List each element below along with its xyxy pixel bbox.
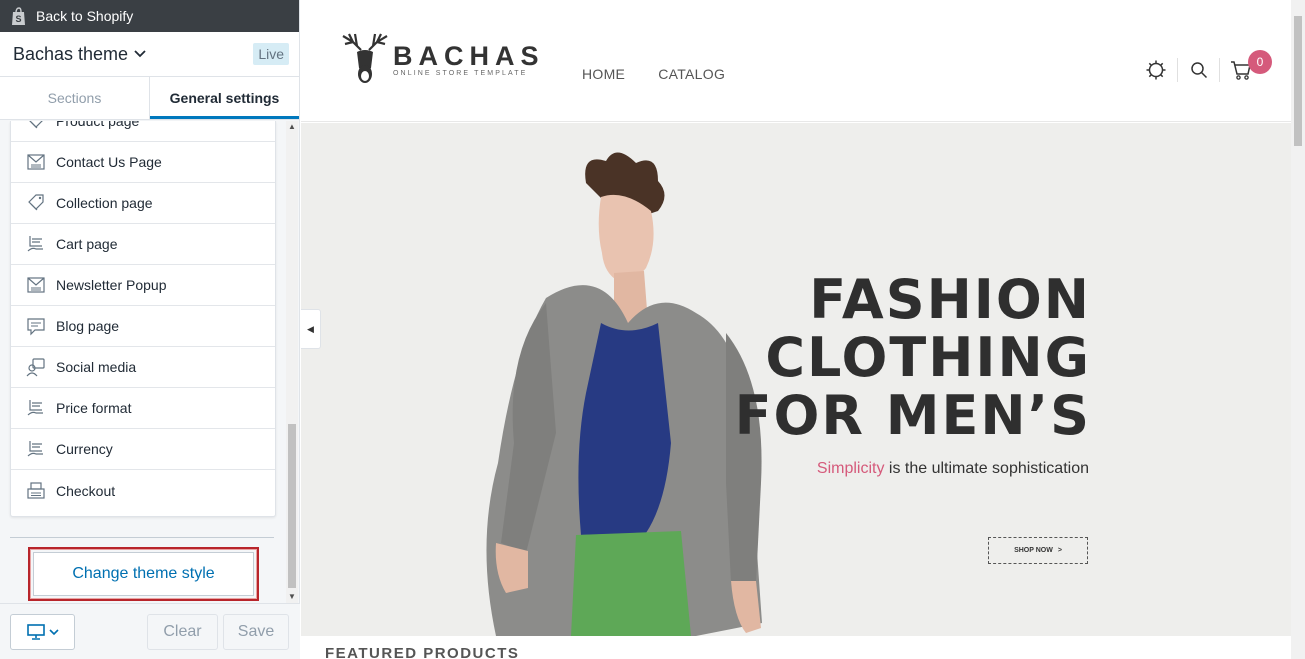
settings-item-contact-us-page[interactable]: Contact Us Page	[11, 142, 275, 183]
save-button[interactable]: Save	[223, 614, 289, 650]
shop-now-button[interactable]: SHOP NOW >	[988, 537, 1088, 564]
hero-subtitle: Simplicity is the ultimate sophisticatio…	[817, 460, 1089, 478]
tag-icon	[28, 194, 44, 211]
tab-general-settings[interactable]: General settings	[150, 76, 299, 119]
settings-item-label: Cart page	[56, 236, 118, 252]
settings-item-label: Currency	[56, 441, 113, 457]
shop-now-label: SHOP NOW	[1014, 547, 1053, 554]
svg-text:S: S	[16, 14, 22, 24]
settings-item-label: Price format	[56, 400, 132, 416]
hero-banner[interactable]: FASHION CLOTHING FOR MEN’S Simplicity is…	[301, 123, 1291, 636]
tab-sections[interactable]: Sections	[0, 76, 150, 119]
hand-card-icon	[27, 441, 43, 457]
general-settings-list: Product page Contact Us Page Collection …	[10, 121, 276, 517]
settings-item-collection-page[interactable]: Collection page	[11, 183, 275, 224]
device-preview-toggle[interactable]	[10, 614, 75, 650]
change-theme-style-highlight: Change theme style	[28, 547, 259, 601]
hand-card-icon	[27, 400, 43, 416]
settings-item-label: Checkout	[56, 482, 116, 499]
preview-scrollbar-thumb[interactable]	[1294, 16, 1302, 146]
newsletter-icon	[27, 154, 45, 170]
change-theme-style-button[interactable]: Change theme style	[33, 552, 254, 596]
shopify-bag-icon: S	[12, 6, 25, 25]
clear-button[interactable]: Clear	[147, 614, 218, 650]
back-to-shopify-label: Back to Shopify	[36, 8, 134, 24]
search-icon	[1190, 62, 1207, 79]
logo-tagline: ONLINE STORE TEMPLATE	[393, 69, 528, 77]
settings-item-cart-page[interactable]: Cart page	[11, 224, 275, 265]
newsletter-icon	[27, 277, 45, 293]
hero-title-line: FASHION	[809, 268, 1091, 331]
settings-item-newsletter-popup[interactable]: Newsletter Popup	[11, 265, 275, 306]
settings-button[interactable]	[1135, 58, 1177, 82]
settings-item-checkout[interactable]: Checkout	[11, 470, 275, 511]
chevron-down-icon	[48, 628, 59, 635]
nav-home-link[interactable]: HOME	[582, 66, 625, 82]
theme-name: Bachas theme	[13, 43, 129, 64]
hero-title-line: FOR MEN’S	[734, 384, 1091, 447]
divider	[10, 537, 274, 538]
live-status-badge: Live	[253, 43, 289, 65]
hero-title: FASHION CLOTHING FOR MEN’S	[735, 271, 1091, 445]
back-to-shopify-link[interactable]: S Back to Shopify	[0, 0, 299, 32]
sidebar-tabs: Sections General settings	[0, 76, 299, 120]
nav-catalog-link[interactable]: CATALOG	[658, 66, 725, 82]
settings-item-label: Contact Us Page	[56, 154, 162, 170]
settings-item-label: Blog page	[56, 318, 120, 334]
settings-item-blog-page[interactable]: Blog page	[11, 306, 275, 347]
cart-button[interactable]: 0	[1219, 50, 1272, 82]
chevron-right-icon: >	[1057, 547, 1062, 554]
scrollbar-thumb[interactable]	[288, 424, 296, 588]
settings-item-social-media[interactable]: Social media	[11, 347, 275, 388]
store-nav: HOME CATALOG	[582, 66, 725, 82]
scroll-down-arrow-icon[interactable]: ▼	[286, 591, 298, 603]
settings-item-product-page[interactable]: Product page	[11, 121, 275, 142]
cart-count-badge: 0	[1248, 50, 1272, 74]
preview-scrollbar[interactable]	[1291, 0, 1305, 659]
logo-name: BACHAS	[393, 40, 545, 71]
settings-item-label: Newsletter Popup	[56, 277, 167, 293]
store-logo[interactable]: BACHAS ONLINE STORE TEMPLATE	[339, 30, 545, 88]
chevron-left-icon: ◀	[307, 323, 314, 334]
hand-card-icon	[27, 236, 43, 252]
settings-item-currency[interactable]: Currency	[11, 429, 275, 470]
settings-item-price-format[interactable]: Price format	[11, 388, 275, 429]
theme-editor-sidebar: S Back to Shopify Bachas theme Live Sect…	[0, 0, 300, 659]
gear-icon	[1146, 60, 1166, 80]
sidebar-footer: Clear Save	[0, 603, 300, 659]
hero-subtitle-highlight: Simplicity	[816, 460, 885, 477]
settings-item-label: Social media	[56, 359, 137, 375]
comment-icon	[27, 318, 45, 336]
header-icons: 0	[1135, 50, 1272, 82]
sidebar-scrollbar[interactable]: ▲ ▼	[286, 121, 298, 603]
tag-icon	[29, 121, 43, 129]
store-header: BACHAS ONLINE STORE TEMPLATE HOME CATALO…	[301, 0, 1291, 122]
desktop-icon	[26, 624, 45, 640]
settings-item-label: Collection page	[56, 195, 153, 211]
social-icon	[26, 358, 45, 377]
deer-logo-icon	[342, 33, 388, 83]
register-icon	[27, 481, 45, 499]
store-preview: BACHAS ONLINE STORE TEMPLATE HOME CATALO…	[301, 0, 1305, 659]
hero-title-line: CLOTHING	[765, 326, 1091, 389]
collapse-sidebar-button[interactable]: ◀	[301, 309, 321, 349]
settings-item-label: Product page	[56, 121, 140, 129]
search-button[interactable]	[1177, 58, 1219, 82]
theme-selector[interactable]: Bachas theme Live	[0, 32, 299, 76]
hero-subtitle-rest: is the ultimate sophistication	[884, 460, 1089, 477]
chevron-down-icon	[134, 50, 146, 58]
featured-products-heading: FEATURED PRODUCTS	[325, 645, 520, 659]
scroll-up-arrow-icon[interactable]: ▲	[286, 121, 298, 133]
